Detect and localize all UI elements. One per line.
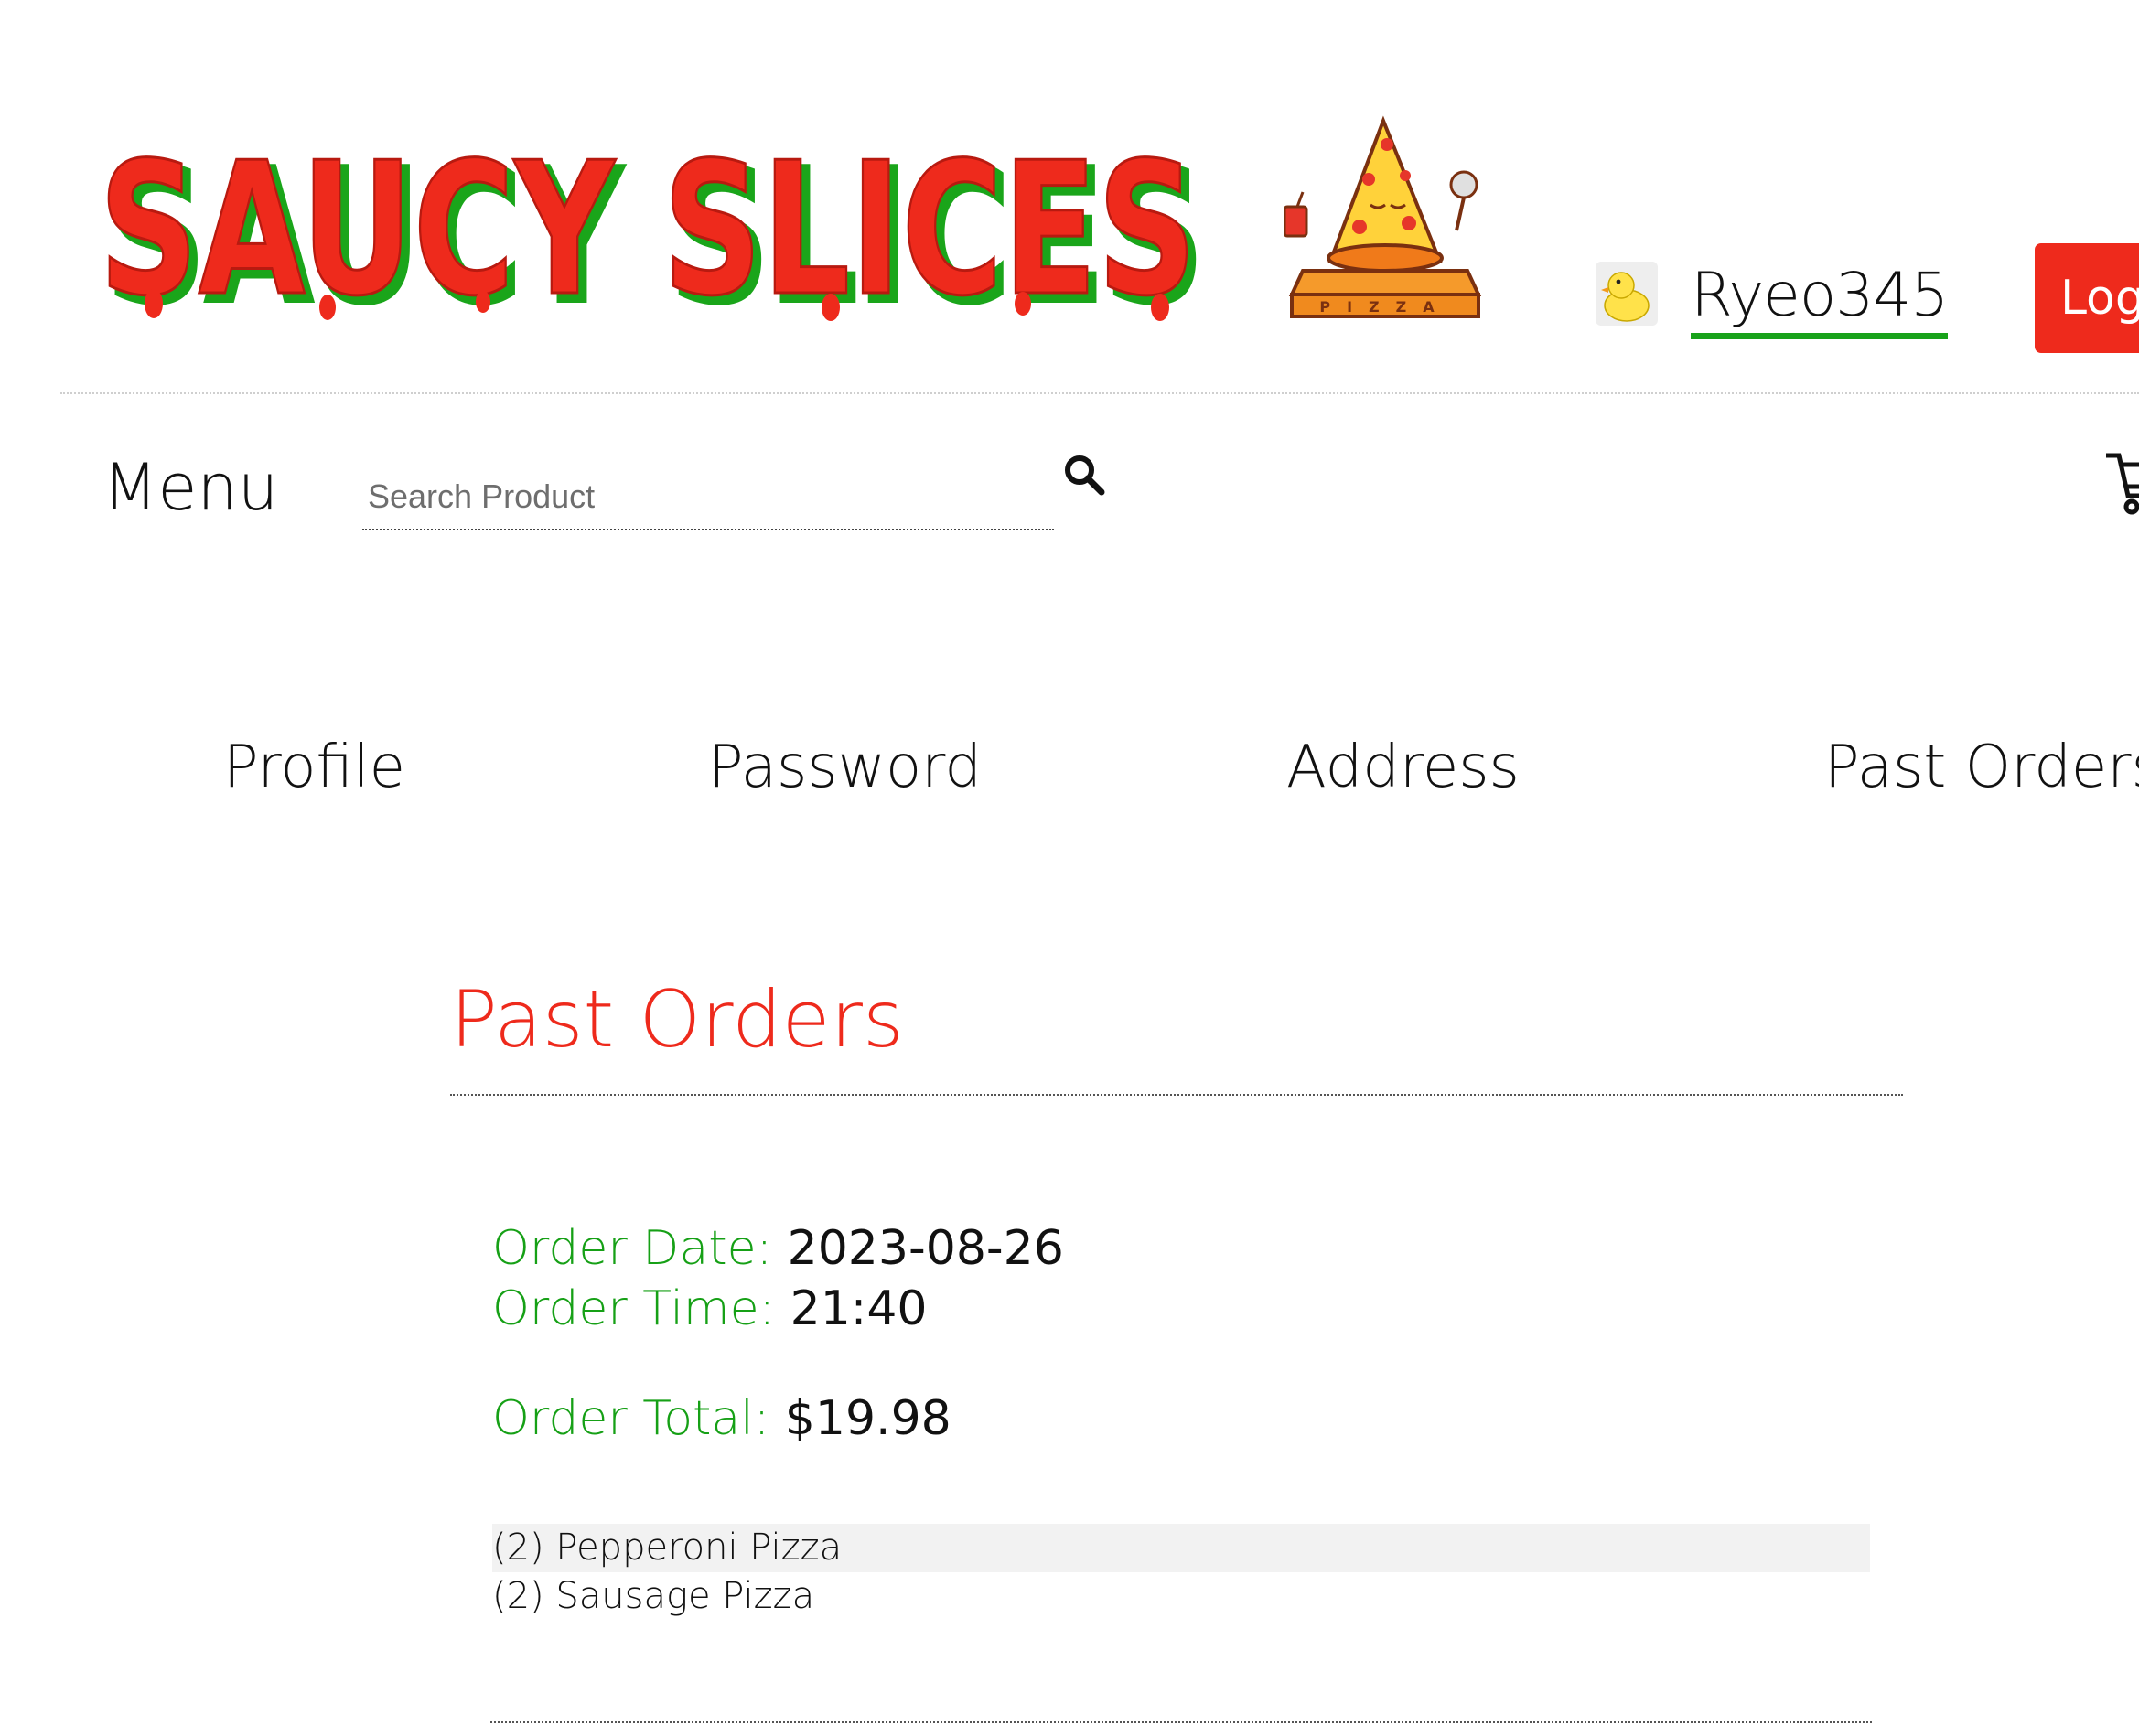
pizza-mascot-icon: PIZZA bbox=[1284, 115, 1482, 318]
saucy-slices-logo[interactable]: SAUCY SLICES SAUCY SLICES bbox=[99, 121, 1217, 323]
order-item: (2) Pepperoni Pizza bbox=[492, 1524, 1870, 1572]
search-icon bbox=[1065, 455, 1105, 496]
cart-button[interactable] bbox=[2102, 448, 2139, 521]
avatar[interactable] bbox=[1596, 262, 1658, 326]
title-divider bbox=[450, 1094, 1903, 1096]
search-input[interactable] bbox=[362, 465, 1054, 530]
page: SAUCY SLICES SAUCY SLICES PIZZA Ryeo345 … bbox=[0, 0, 2139, 1736]
order-date-value: 2023-08-26 bbox=[787, 1221, 1064, 1276]
menu-link[interactable]: Menu bbox=[102, 446, 278, 529]
search-button[interactable] bbox=[1058, 448, 1112, 503]
order-item: (2) Sausage Pizza bbox=[492, 1575, 815, 1617]
duck-icon bbox=[1601, 272, 1650, 322]
order-date-row: Order Date: 2023-08-26 bbox=[492, 1218, 1064, 1279]
tab-past-orders[interactable]: Past Orders bbox=[1824, 726, 2139, 809]
order-date-label: Order Date: bbox=[492, 1221, 773, 1276]
order-time-label: Order Time: bbox=[492, 1281, 776, 1336]
logout-button[interactable]: Logout bbox=[2035, 243, 2139, 353]
tab-profile[interactable]: Profile bbox=[223, 726, 405, 809]
mascot-box-label: PIZZA bbox=[1319, 298, 1450, 316]
order-items-list: (2) Pepperoni Pizza (2) Sausage Pizza bbox=[492, 1524, 1870, 1621]
order-time-value: 21:40 bbox=[790, 1281, 928, 1336]
order-divider bbox=[490, 1721, 1872, 1723]
header-divider bbox=[60, 392, 2139, 394]
order-total-value: $19.98 bbox=[784, 1391, 951, 1446]
tab-address[interactable]: Address bbox=[1286, 726, 1520, 809]
cart-icon bbox=[2106, 453, 2139, 515]
order-total-label: Order Total: bbox=[492, 1391, 770, 1446]
order-total-row: Order Total: $19.98 bbox=[492, 1388, 951, 1449]
tab-password[interactable]: Password bbox=[708, 726, 982, 809]
logo-text-main: SAUCY SLICES bbox=[99, 123, 1197, 322]
order-time-row: Order Time: 21:40 bbox=[492, 1279, 927, 1339]
username-link[interactable]: Ryeo345 bbox=[1691, 258, 1949, 339]
page-title: Past Orders bbox=[450, 974, 904, 1066]
